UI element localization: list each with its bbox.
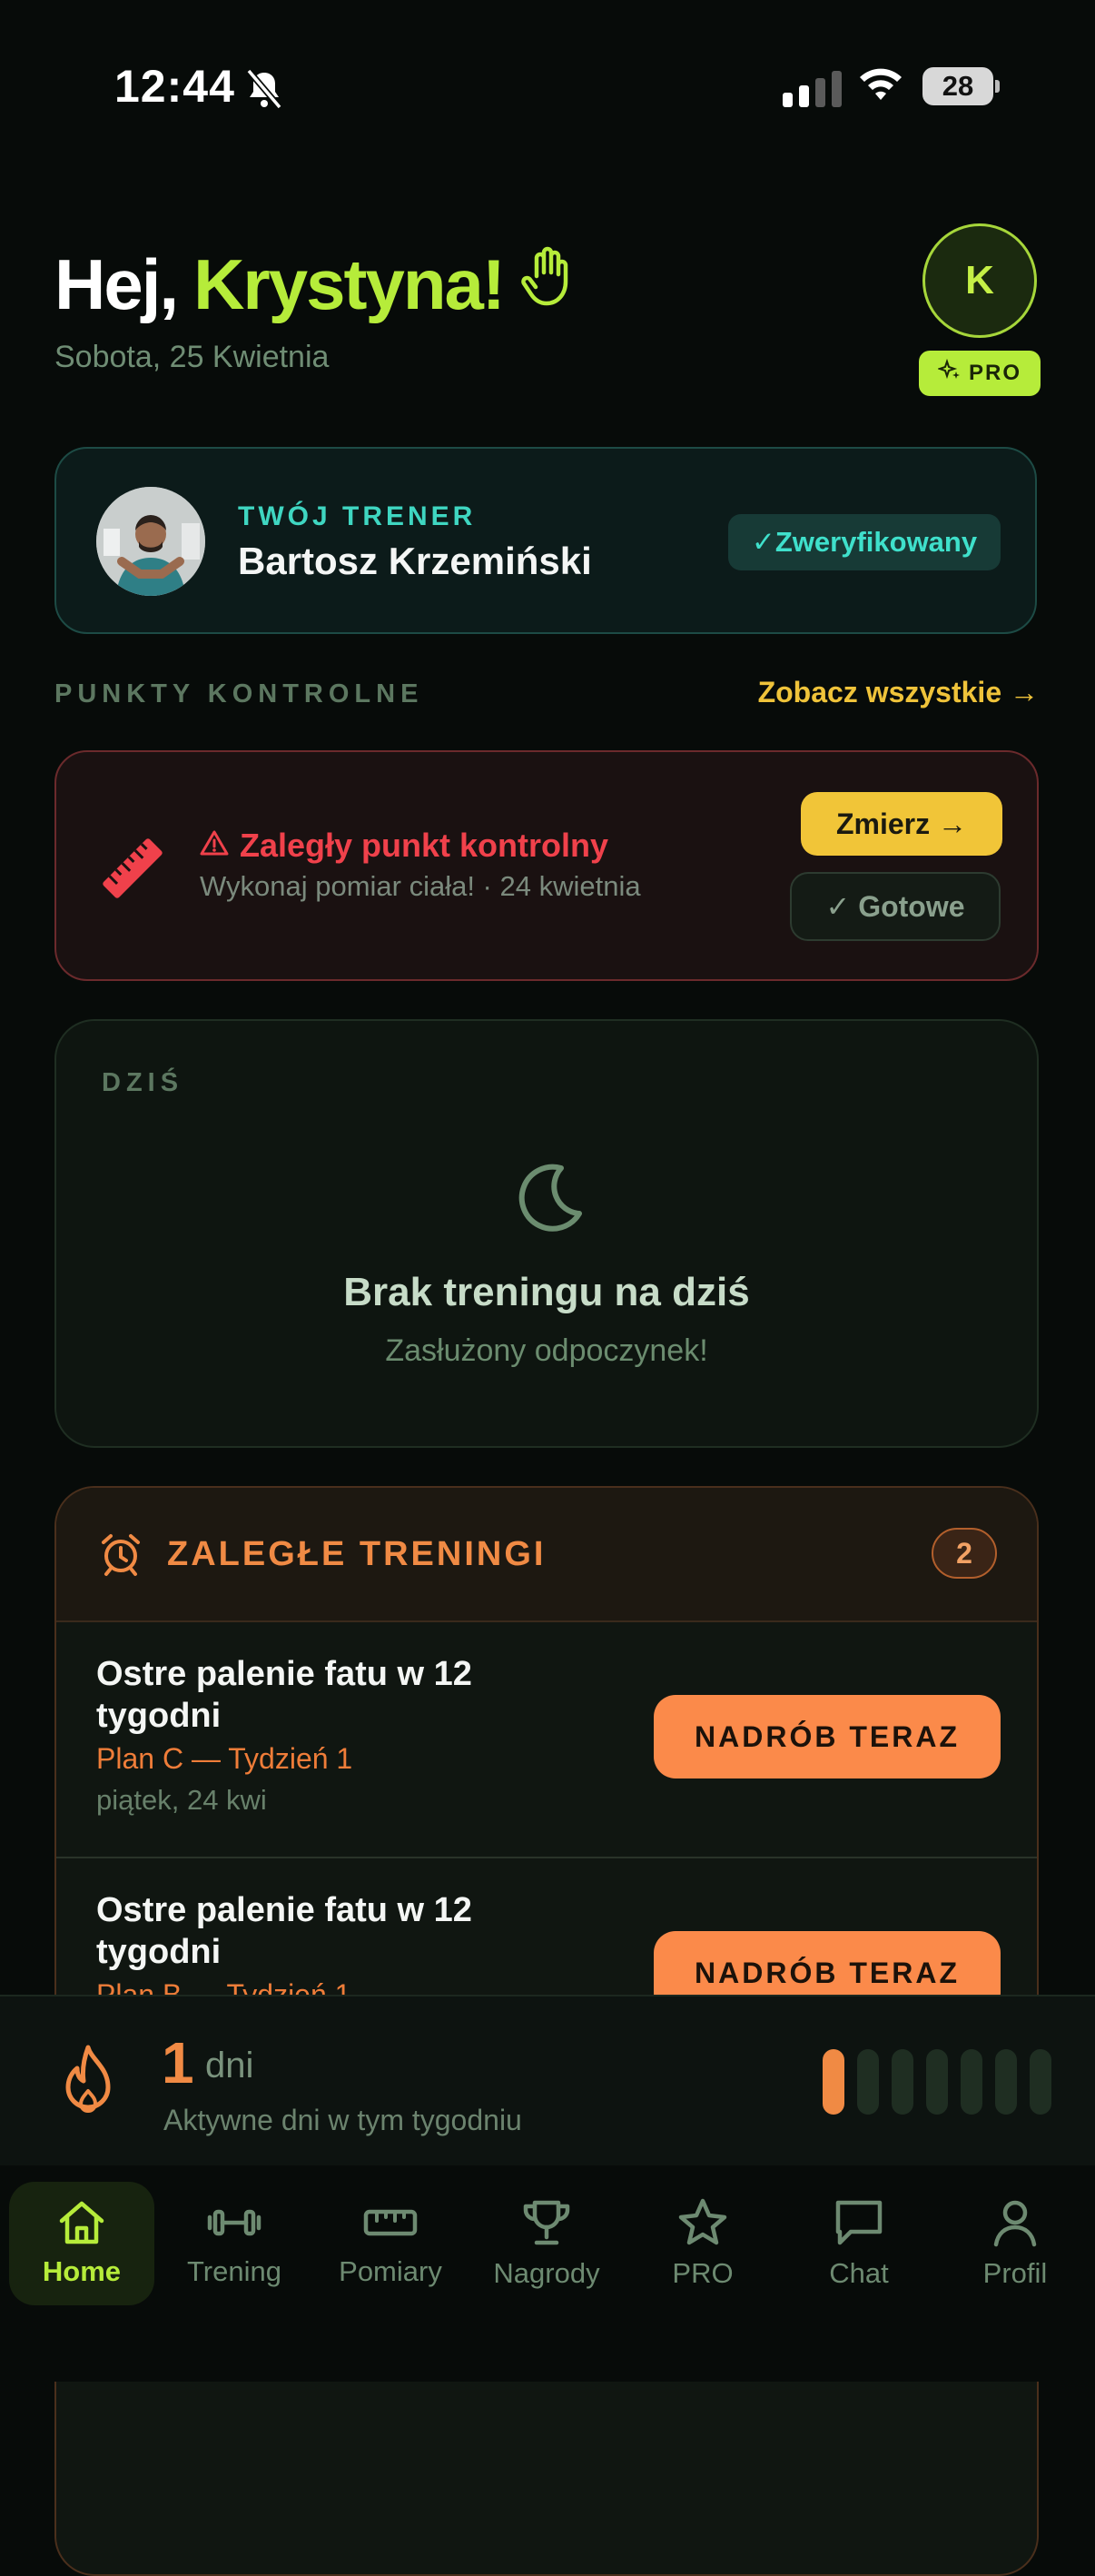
pro-badge-label: PRO bbox=[968, 361, 1021, 385]
day-progress-bar bbox=[1030, 2049, 1051, 2115]
pro-badge[interactable]: PRO bbox=[919, 351, 1041, 396]
home-icon bbox=[57, 2199, 106, 2246]
cellular-signal-icon bbox=[783, 71, 842, 107]
trainer-label: TWÓJ TRENER bbox=[238, 501, 477, 531]
rest-subtitle: Zasłużony odpoczynek! bbox=[385, 1333, 708, 1368]
tab-rewards[interactable]: Nagrody bbox=[469, 2182, 625, 2305]
overdue-count-badge: 2 bbox=[932, 1528, 997, 1579]
star-icon bbox=[676, 2197, 729, 2248]
bell-muted-icon bbox=[243, 67, 285, 115]
today-card: DZIŚ Brak treningu na dziś Zasłużony odp… bbox=[54, 1019, 1039, 1448]
battery-indicator: 28 bbox=[922, 67, 993, 105]
day-progress-bar bbox=[961, 2049, 982, 2115]
current-date: Sobota, 25 Kwietnia bbox=[54, 340, 330, 374]
weekly-streak-bar: 1 dni Aktywne dni w tym tygodniu bbox=[0, 1995, 1095, 2167]
no-workout-title: Brak treningu na dziś bbox=[343, 1270, 750, 1314]
user-name: Krystyna! bbox=[193, 244, 506, 324]
overdue-workout-row: Ostre palenie fatu w 12 tygodni Plan C —… bbox=[56, 1622, 1037, 1858]
battery-tip bbox=[995, 80, 1000, 93]
done-button[interactable]: ✓ Gotowe bbox=[790, 872, 1001, 941]
today-label: DZIŚ bbox=[102, 1068, 184, 1097]
tab-measurements[interactable]: Pomiary bbox=[312, 2182, 469, 2305]
sparkle-icon bbox=[936, 358, 962, 389]
warning-icon bbox=[200, 827, 229, 865]
chat-icon bbox=[833, 2197, 885, 2248]
day-progress-bar bbox=[892, 2049, 913, 2115]
day-progress-bar bbox=[857, 2049, 879, 2115]
tab-label: Chat bbox=[829, 2257, 889, 2289]
greeting-text: Hej, bbox=[54, 244, 179, 324]
week-progress-bars bbox=[823, 2049, 1051, 2115]
tab-home[interactable]: Home bbox=[9, 2182, 154, 2305]
waving-hand-icon bbox=[520, 243, 575, 326]
streak-unit: dni bbox=[205, 2046, 254, 2086]
greeting-heading: Hej, Krystyna! bbox=[54, 243, 575, 326]
workout-title: Ostre palenie fatu w 12 tygodni bbox=[96, 1891, 472, 1971]
overdue-title: ZALEGŁE TRENINGI bbox=[167, 1535, 547, 1573]
tab-label: Trening bbox=[187, 2255, 281, 2287]
ruler-icon bbox=[362, 2199, 419, 2246]
bottom-tab-bar: Home Trening Pomiary Nagrody PRO Chat Pr… bbox=[0, 2165, 1095, 2382]
tab-label: Pomiary bbox=[339, 2255, 442, 2287]
status-time: 12:44 bbox=[114, 61, 235, 112]
ruler-icon bbox=[96, 832, 169, 909]
tab-label: Profil bbox=[982, 2257, 1048, 2289]
tab-label: PRO bbox=[672, 2257, 734, 2289]
make-up-now-button[interactable]: NADRÓB TERAZ bbox=[654, 1695, 1001, 1778]
checkpoint-subtitle: Wykonaj pomiar ciała! · 24 kwietnia bbox=[200, 870, 641, 902]
overdue-header: ZALEGŁE TRENINGI 2 bbox=[56, 1488, 1037, 1622]
trainer-name: Bartosz Krzemiński bbox=[238, 540, 592, 582]
user-icon bbox=[989, 2197, 1041, 2248]
wifi-icon bbox=[857, 65, 904, 106]
workout-title: Ostre palenie fatu w 12 tygodni bbox=[96, 1655, 472, 1735]
day-progress-bar bbox=[926, 2049, 948, 2115]
see-all-link[interactable]: Zobacz wszystkie → bbox=[758, 676, 1039, 709]
checkpoints-section-title: PUNKTY KONTROLNE bbox=[54, 679, 424, 708]
trophy-icon bbox=[520, 2197, 573, 2248]
workout-plan: Plan C — Tydzień 1 bbox=[96, 1742, 353, 1775]
flame-icon bbox=[60, 2044, 116, 2123]
streak-count: 1 bbox=[162, 2030, 194, 2095]
moon-icon bbox=[507, 1157, 588, 1243]
tab-chat[interactable]: Chat bbox=[781, 2182, 937, 2305]
tab-label: Nagrody bbox=[493, 2257, 600, 2289]
tab-pro[interactable]: PRO bbox=[625, 2182, 781, 2305]
tab-profile[interactable]: Profil bbox=[937, 2182, 1093, 2305]
dumbbell-icon bbox=[206, 2199, 262, 2246]
streak-subtitle: Aktywne dni w tym tygodniu bbox=[163, 2104, 522, 2136]
overdue-checkpoint-card: Zaległy punkt kontrolny Wykonaj pomiar c… bbox=[54, 750, 1039, 981]
alarm-clock-icon bbox=[98, 1531, 143, 1581]
workout-date: piątek, 24 kwi bbox=[96, 1784, 267, 1816]
day-progress-bar bbox=[995, 2049, 1017, 2115]
user-avatar[interactable]: K bbox=[922, 223, 1037, 338]
checkpoint-title: Zaległy punkt kontrolny bbox=[200, 827, 608, 865]
trainer-photo bbox=[96, 487, 205, 596]
tab-training[interactable]: Trening bbox=[156, 2182, 312, 2305]
measure-button[interactable]: Zmierz → bbox=[801, 792, 1002, 856]
tab-label: Home bbox=[42, 2255, 122, 2287]
checkpoint-title-text: Zaległy punkt kontrolny bbox=[240, 827, 609, 864]
verified-badge: ✓Zweryfikowany bbox=[728, 514, 1001, 570]
day-progress-bar bbox=[823, 2049, 844, 2115]
trainer-card[interactable]: TWÓJ TRENER Bartosz Krzemiński ✓Zweryfik… bbox=[54, 447, 1037, 634]
